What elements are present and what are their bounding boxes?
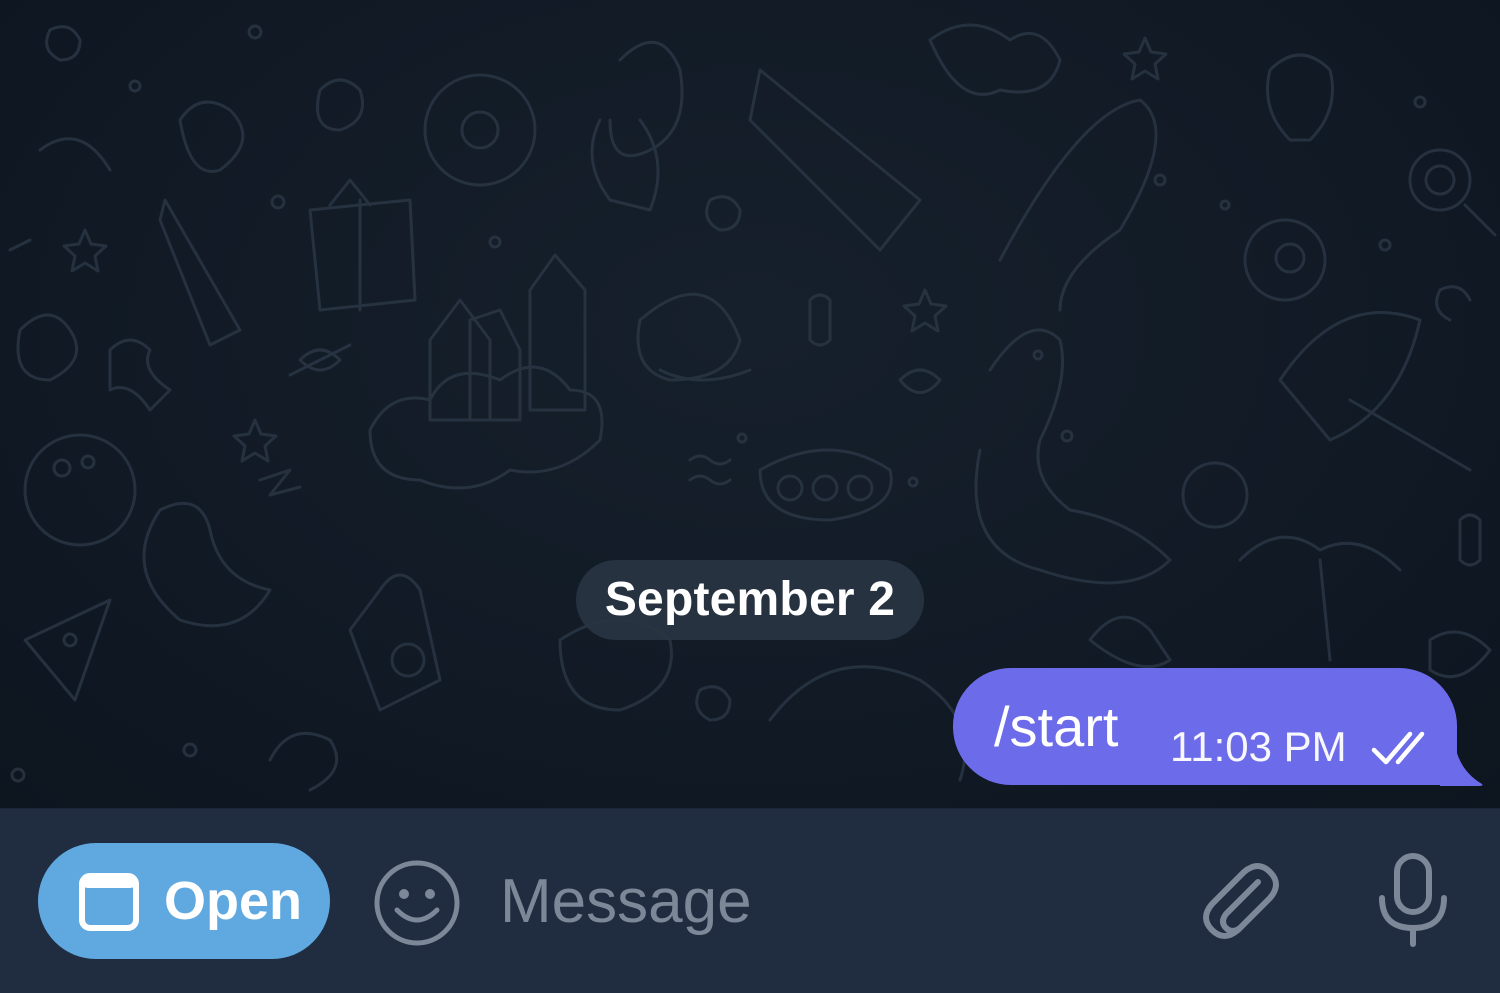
message-input[interactable] — [500, 856, 1160, 946]
open-webapp-button[interactable]: Open — [38, 843, 330, 959]
paperclip-icon[interactable] — [1196, 860, 1282, 946]
chat-area: September 2 /start 11:03 PM — [0, 0, 1500, 808]
microphone-icon[interactable] — [1372, 852, 1454, 948]
open-button-label: Open — [164, 871, 303, 931]
message-text: /start — [994, 695, 1119, 758]
message-time: 11:03 PM — [1170, 723, 1347, 770]
emoji-icon[interactable] — [372, 858, 462, 948]
window-icon — [79, 873, 139, 931]
double-check-icon — [1371, 731, 1425, 765]
telegram-chat-screen: September 2 /start 11:03 PM Open — [0, 0, 1500, 993]
date-separator: September 2 — [576, 560, 924, 640]
